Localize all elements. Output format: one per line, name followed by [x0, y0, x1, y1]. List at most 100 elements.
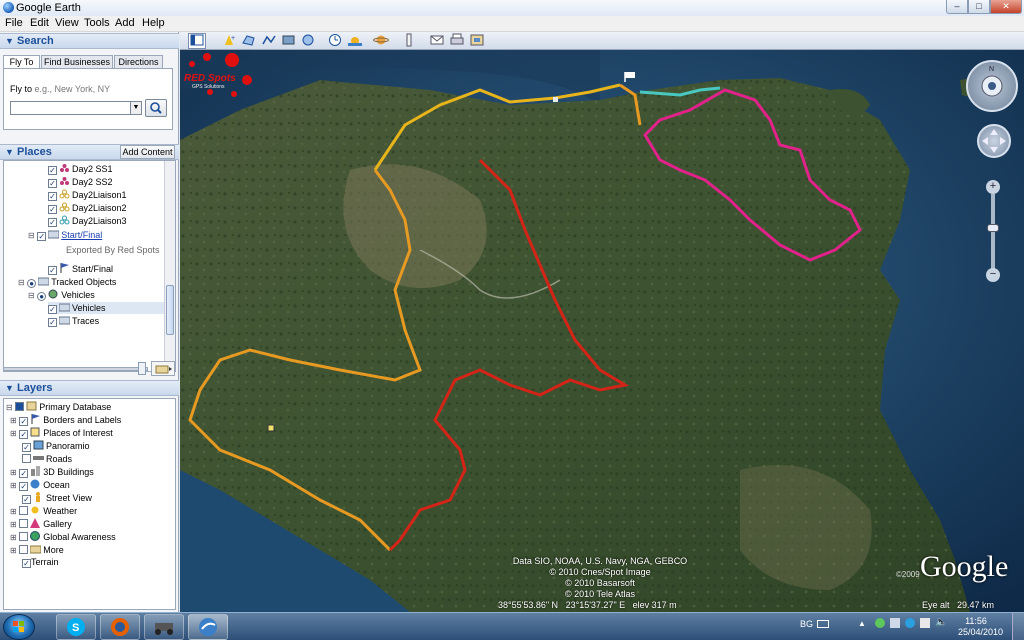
checkbox[interactable]: ✓: [19, 482, 29, 491]
menu-view[interactable]: View: [55, 17, 79, 29]
list-item[interactable]: ⊞ ✓ Borders and Labels: [10, 414, 121, 426]
list-item[interactable]: ⊞ More: [10, 544, 64, 556]
checkbox[interactable]: ✓: [48, 266, 57, 275]
chevron-down-icon[interactable]: ▼: [130, 101, 142, 115]
path-icon[interactable]: [260, 33, 278, 49]
checkbox[interactable]: ✓: [22, 443, 31, 452]
email-icon[interactable]: [428, 33, 446, 49]
print-icon[interactable]: [448, 33, 466, 49]
show-desktop-button[interactable]: [1012, 613, 1024, 640]
list-item[interactable]: ⊞ Weather: [10, 505, 77, 517]
fly-to-input[interactable]: [10, 101, 132, 115]
collapse-arrow-icon[interactable]: ▼: [5, 36, 14, 46]
planet-icon[interactable]: [372, 33, 390, 49]
tab-find-businesses[interactable]: Find Businesses: [41, 55, 113, 69]
expand-icon[interactable]: ⊞: [10, 546, 17, 555]
historical-imagery-icon[interactable]: [326, 33, 344, 49]
list-item[interactable]: ⊟ ● Tracked Objects: [18, 276, 116, 288]
checkbox[interactable]: [22, 454, 31, 463]
tray-app-icon[interactable]: [875, 618, 885, 628]
checkbox[interactable]: ✓: [48, 179, 57, 188]
list-item[interactable]: ⊞ ✓ 3D Buildings: [10, 466, 94, 478]
zoom-track[interactable]: [991, 194, 995, 270]
list-item[interactable]: ✓ Vehicles: [48, 302, 166, 314]
minimize-button[interactable]: –: [946, 0, 968, 14]
checkbox[interactable]: ✓: [48, 305, 57, 314]
overlay-icon[interactable]: [280, 33, 298, 49]
expand-icon[interactable]: ⊞: [10, 533, 17, 542]
polygon-icon[interactable]: [240, 33, 258, 49]
expand-icon[interactable]: ⊞: [10, 507, 17, 516]
taskbar-google-earth[interactable]: [188, 614, 228, 640]
keyboard-icon[interactable]: [817, 620, 829, 628]
checkbox[interactable]: ✓: [48, 166, 57, 175]
list-item[interactable]: ⊟ ✓ Start/Final: [28, 229, 102, 241]
expand-icon[interactable]: ⊞: [10, 520, 17, 529]
search-button[interactable]: [145, 99, 167, 117]
eye-icon[interactable]: N: [968, 62, 1016, 110]
checkbox[interactable]: ✓: [37, 232, 47, 241]
list-item[interactable]: ✓Terrain: [22, 557, 59, 569]
checkbox[interactable]: ✓: [48, 205, 57, 214]
zoom-thumb[interactable]: [987, 224, 999, 232]
list-item[interactable]: ✓ Street View: [22, 492, 92, 504]
checkbox[interactable]: [19, 545, 29, 554]
expand-icon[interactable]: ⊞: [10, 481, 17, 490]
checkbox[interactable]: ✓: [19, 430, 29, 439]
checkbox[interactable]: ✓: [48, 218, 57, 227]
ruler-icon[interactable]: [400, 33, 418, 49]
expand-icon[interactable]: ⊞: [10, 416, 17, 425]
collapse-icon[interactable]: ⊟: [18, 278, 25, 287]
folder-button[interactable]: [151, 361, 175, 376]
list-item[interactable]: ✓ Panoramio: [22, 440, 90, 452]
menu-add[interactable]: Add: [115, 17, 135, 29]
layers-section-header[interactable]: ▼ Layers: [0, 380, 179, 396]
zoom-in-button[interactable]: +: [986, 180, 1000, 194]
move-control[interactable]: [977, 124, 1011, 158]
checkbox[interactable]: ✓: [22, 559, 31, 568]
menu-tools[interactable]: Tools: [84, 17, 110, 29]
checkbox[interactable]: [19, 519, 29, 528]
taskbar-skype[interactable]: S: [56, 614, 96, 640]
list-item[interactable]: ⊞ Global Awareness: [10, 531, 116, 543]
slider-thumb[interactable]: [138, 362, 146, 375]
taskbar-firefox[interactable]: [100, 614, 140, 640]
menu-help[interactable]: Help: [142, 17, 165, 29]
checkbox[interactable]: ✓: [19, 417, 29, 426]
tour-icon[interactable]: [300, 33, 318, 49]
expand-icon[interactable]: ⊞: [10, 429, 17, 438]
search-section-header[interactable]: ▼ Search: [0, 33, 179, 49]
menu-file[interactable]: File: [5, 17, 23, 29]
checkbox[interactable]: ✓: [48, 192, 57, 201]
tray-app-icon[interactable]: [905, 618, 915, 628]
checkbox[interactable]: ✓: [19, 469, 29, 478]
list-item[interactable]: ⊟ ● Vehicles: [28, 289, 95, 301]
language-indicator[interactable]: BG: [800, 619, 813, 629]
tab-directions[interactable]: Directions: [114, 55, 163, 69]
maximize-button[interactable]: □: [968, 0, 990, 14]
add-content-button[interactable]: Add Content: [120, 145, 175, 159]
taskbar-app-car[interactable]: [144, 614, 184, 640]
opacity-slider[interactable]: [3, 367, 148, 371]
save-image-icon[interactable]: [468, 33, 486, 49]
zoom-out-button[interactable]: −: [986, 268, 1000, 282]
collapse-icon[interactable]: ⊟: [28, 231, 35, 240]
list-item[interactable]: ✓ Day2 SS2: [48, 176, 113, 188]
system-clock[interactable]: 11:56 25/04/2010: [958, 616, 1003, 638]
list-item[interactable]: ✓ Day2Liaison1: [48, 189, 127, 201]
tray-chevron-icon[interactable]: ▲: [858, 619, 866, 628]
sunlight-icon[interactable]: [346, 33, 364, 49]
collapse-arrow-icon[interactable]: ▼: [5, 383, 14, 393]
look-control[interactable]: N: [966, 60, 1018, 112]
places-scrollbar[interactable]: [164, 161, 175, 371]
zoom-slider[interactable]: + −: [986, 180, 1000, 284]
list-item[interactable]: ⊟ Primary Database: [6, 401, 111, 413]
collapse-icon[interactable]: ⊟: [6, 403, 13, 412]
collapse-icon[interactable]: ⊟: [28, 291, 35, 300]
radio[interactable]: ●: [37, 292, 47, 301]
list-item[interactable]: ⊞ Gallery: [10, 518, 72, 530]
checkbox[interactable]: ✓: [48, 318, 57, 327]
expand-icon[interactable]: ⊞: [10, 468, 17, 477]
placemark-icon[interactable]: +: [220, 33, 238, 49]
collapse-arrow-icon[interactable]: ▼: [5, 147, 14, 157]
